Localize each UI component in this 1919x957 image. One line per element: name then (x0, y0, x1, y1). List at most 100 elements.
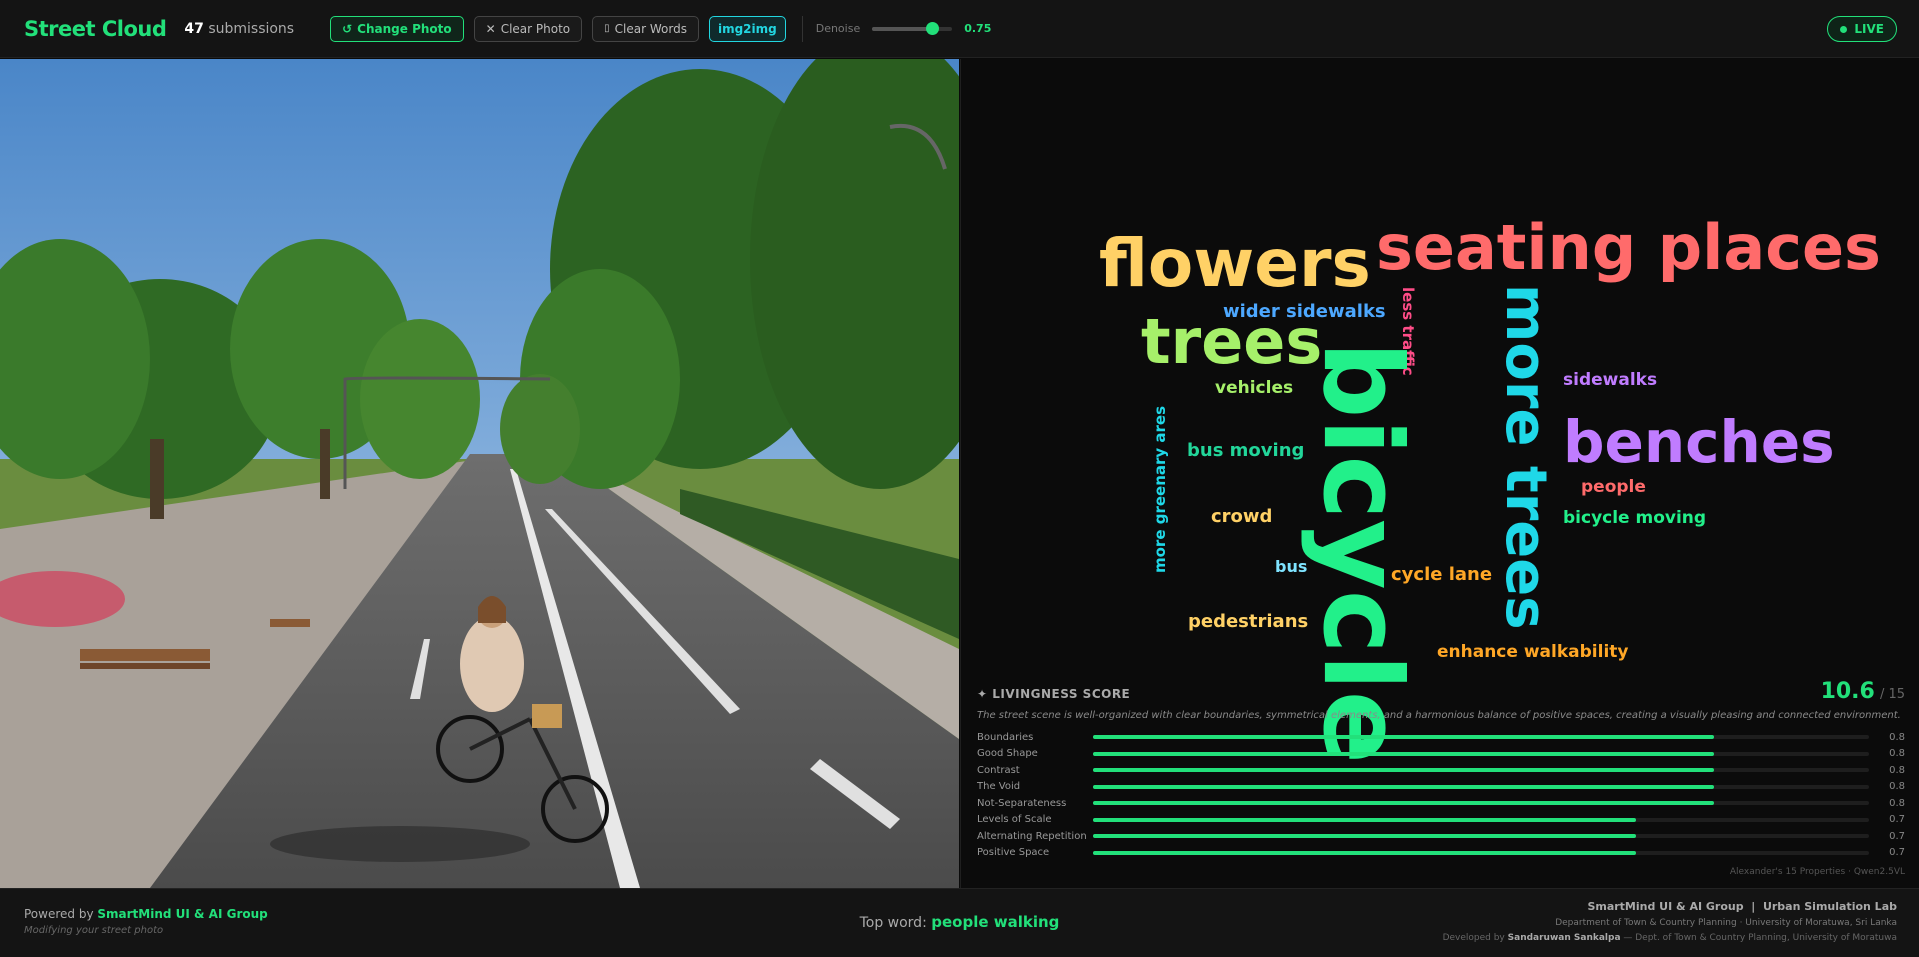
denoise-slider[interactable] (872, 21, 953, 35)
street-photo (0, 59, 959, 888)
property-bar-fill (1092, 735, 1714, 740)
submission-label: submissions (208, 20, 295, 37)
submission-counter: 47 submissions (184, 21, 294, 37)
livingness-score-section: ✦ LIVINGNESS SCORE 10.6 / 15 The street … (977, 679, 1905, 861)
submission-count: 47 (184, 20, 204, 37)
property-bar (1092, 850, 1870, 855)
cloud-word[interactable]: trees (1141, 311, 1322, 373)
cloud-word[interactable]: crowd (1211, 508, 1272, 526)
cloud-word[interactable]: benches (1563, 413, 1835, 471)
property-bar-fill (1092, 834, 1637, 839)
cloud-word[interactable]: flowers (1099, 231, 1371, 297)
property-bar (1092, 751, 1870, 756)
developer-name: Sandaruwan Sankalpa (1507, 933, 1621, 943)
app-brand: Street Cloud (24, 16, 167, 41)
clear-photo-label: Clear Photo (500, 21, 571, 36)
score-title-text: LIVINGNESS SCORE (992, 687, 1131, 701)
property-row: Positive Space 0.7 (977, 845, 1905, 862)
denoise-slider-handle[interactable] (925, 21, 939, 35)
refresh-icon: ↺ (342, 21, 353, 36)
cloud-word[interactable]: bicycle moving (1563, 510, 1706, 527)
property-bar (1092, 817, 1870, 822)
property-bar (1092, 834, 1870, 839)
developer-line: Developed by Sandaruwan Sankalpa — Dept.… (1443, 933, 1897, 943)
score-value: 10.6 (1820, 679, 1875, 704)
cloud-word[interactable]: people (1581, 479, 1646, 496)
score-max: / 15 (1879, 687, 1905, 702)
close-icon: ✕ (485, 21, 496, 36)
cloud-word[interactable]: sidewalks (1563, 372, 1657, 389)
change-photo-button[interactable]: ↺ Change Photo (330, 15, 464, 42)
cloud-word[interactable]: bus (1275, 559, 1307, 575)
property-bar-fill (1092, 751, 1714, 756)
cloud-word[interactable]: vehicles (1215, 380, 1293, 397)
score-title: ✦ LIVINGNESS SCORE (977, 687, 1130, 701)
property-row: Good Shape 0.8 (977, 746, 1905, 763)
property-label: Contrast (977, 764, 1020, 776)
property-value: 0.8 (1889, 731, 1905, 743)
denoise-value: 0.75 (964, 22, 992, 35)
property-label: Alternating Repetition (977, 830, 1087, 842)
top-bar: Street Cloud 47 submissions ↺ Change Phot… (0, 0, 1919, 58)
developer-suffix: — Dept. of Town & Country Planning, Univ… (1623, 933, 1897, 943)
clear-photo-button[interactable]: ✕ Clear Photo (473, 15, 583, 42)
cloud-word[interactable]: cycle lane (1391, 566, 1492, 584)
property-bar (1092, 784, 1870, 789)
property-row: Levels of Scale 0.7 (977, 812, 1905, 829)
clear-words-button[interactable]: ▯ Clear Words (592, 15, 699, 42)
cloud-word[interactable]: enhance walkability (1437, 644, 1628, 661)
org-line: SmartMind UI & AI Group | Urban Simulati… (1587, 900, 1897, 913)
score-description: The street scene is well-organized with … (977, 710, 1901, 721)
property-value: 0.8 (1889, 764, 1905, 776)
street-scene-image (0, 59, 959, 888)
live-dot-icon (1840, 25, 1848, 33)
dept-line: Department of Town & Country Planning · … (1555, 918, 1897, 928)
property-label: Positive Space (977, 847, 1050, 859)
model-credit: Alexander's 15 Properties · Qwen2.5VL (1729, 867, 1905, 877)
word-cloud-panel: seating places flowers wider sidewalks l… (960, 59, 1919, 888)
property-bar-fill (1092, 801, 1714, 806)
live-label: LIVE (1854, 22, 1884, 36)
trash-icon: ▯ (604, 23, 610, 34)
property-value: 0.7 (1889, 847, 1905, 859)
property-list: Boundaries 0.8 Good Shape 0.8 Contrast 0.8 … (977, 729, 1905, 861)
property-value: 0.8 (1889, 797, 1905, 809)
cloud-word[interactable]: more greenary ares (1151, 406, 1169, 573)
cloud-word[interactable]: more trees (1493, 284, 1558, 630)
property-row: The Void 0.8 (977, 779, 1905, 796)
cloud-word[interactable]: bus moving (1187, 442, 1304, 460)
developed-prefix: Developed by (1442, 933, 1505, 943)
property-bar-fill (1092, 850, 1637, 855)
property-row: Not-Separateness 0.8 (977, 795, 1905, 812)
footer-right: SmartMind UI & AI Group | Urban Simulati… (1443, 900, 1897, 943)
property-bar (1092, 801, 1870, 806)
property-bar-fill (1092, 768, 1714, 773)
property-label: The Void (977, 781, 1021, 793)
property-label: Good Shape (977, 748, 1038, 760)
property-bar-fill (1092, 784, 1714, 789)
property-row: Boundaries 0.8 (977, 729, 1905, 746)
property-row: Contrast 0.8 (977, 762, 1905, 779)
property-bar-fill (1092, 817, 1637, 822)
word-cloud: seating places flowers wider sidewalks l… (961, 59, 1919, 765)
cloud-word[interactable]: pedestrians (1188, 613, 1308, 631)
top-word-value: people walking (931, 913, 1060, 931)
property-bar (1092, 735, 1870, 740)
mode-toggle-img2img[interactable]: img2img (708, 15, 786, 42)
property-bar (1092, 768, 1870, 773)
change-photo-label: Change Photo (357, 21, 452, 36)
denoise-slider-fill (872, 26, 933, 31)
live-status-badge: LIVE (1827, 16, 1897, 42)
sparkle-icon: ✦ (977, 687, 988, 701)
cloud-word[interactable]: seating places (1376, 217, 1881, 279)
property-label: Levels of Scale (977, 814, 1052, 826)
property-label: Boundaries (977, 731, 1034, 743)
denoise-label: Denoise (815, 22, 861, 35)
property-value: 0.7 (1889, 814, 1905, 826)
clear-words-label: Clear Words (614, 21, 687, 36)
property-value: 0.8 (1889, 781, 1905, 793)
footer: Powered by SmartMind UI & AI Group Modif… (0, 888, 1919, 957)
property-row: Alternating Repetition 0.7 (977, 828, 1905, 845)
divider (801, 15, 803, 42)
top-word-label: Top word: (859, 915, 927, 931)
